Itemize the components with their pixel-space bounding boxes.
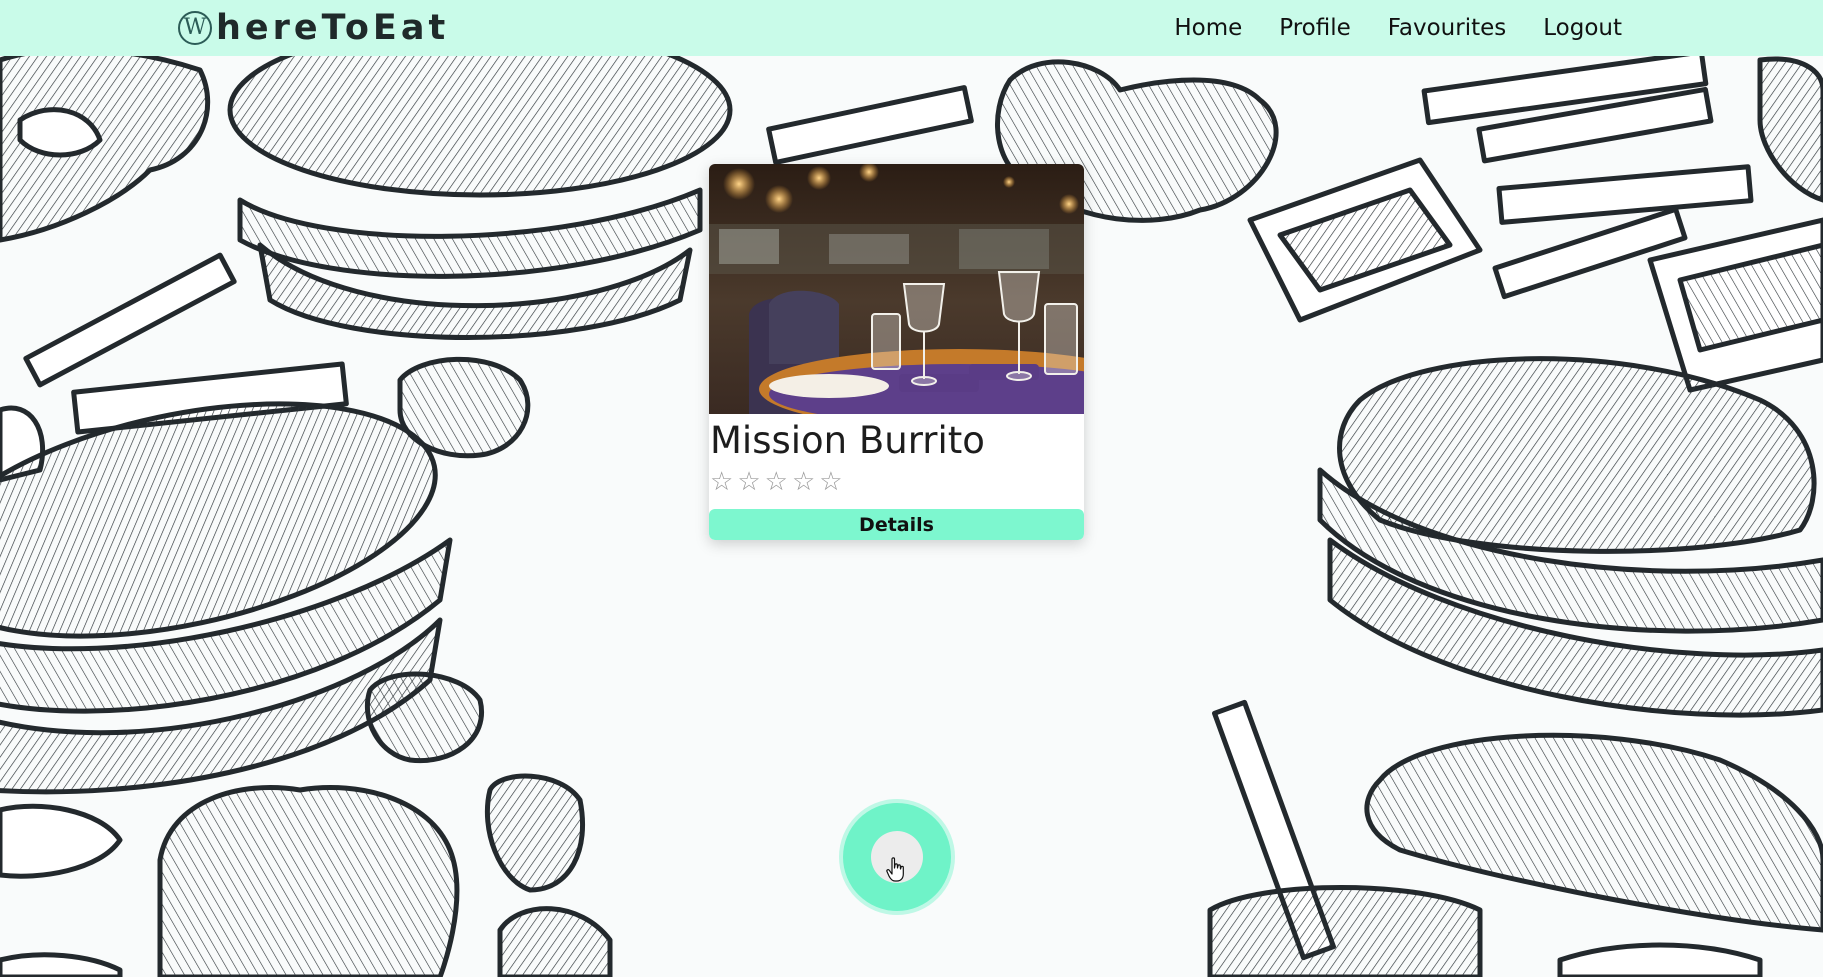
nav-logout-link[interactable]: Logout [1543, 15, 1622, 41]
star-icon[interactable]: ☆ [819, 466, 842, 498]
top-navbar: W hereToEat Home Profile Favourites Logo… [0, 0, 1823, 56]
app-logo[interactable]: W hereToEat [178, 8, 449, 48]
nav-links: Home Profile Favourites Logout [1174, 0, 1622, 56]
star-icon[interactable]: ☆ [737, 466, 760, 498]
logo-mark-icon: W [178, 11, 212, 45]
nav-profile-link[interactable]: Profile [1279, 15, 1351, 41]
restaurant-name: Mission Burrito [710, 419, 985, 462]
nav-home-link[interactable]: Home [1174, 15, 1242, 41]
restaurant-card: Mission Burrito ☆ ☆ ☆ ☆ ☆ Details [709, 164, 1084, 540]
app-title: hereToEat [216, 8, 450, 48]
star-icon[interactable]: ☆ [710, 466, 733, 498]
star-rating[interactable]: ☆ ☆ ☆ ☆ ☆ [709, 466, 1084, 498]
fab-inner-circle [871, 831, 923, 883]
nav-favourites-link[interactable]: Favourites [1388, 15, 1506, 41]
pointer-hand-icon [886, 857, 904, 882]
details-button[interactable]: Details [709, 509, 1084, 540]
restaurant-photo [709, 164, 1084, 414]
star-icon[interactable]: ☆ [792, 466, 815, 498]
floating-action-button[interactable] [843, 803, 951, 911]
star-icon[interactable]: ☆ [765, 466, 788, 498]
